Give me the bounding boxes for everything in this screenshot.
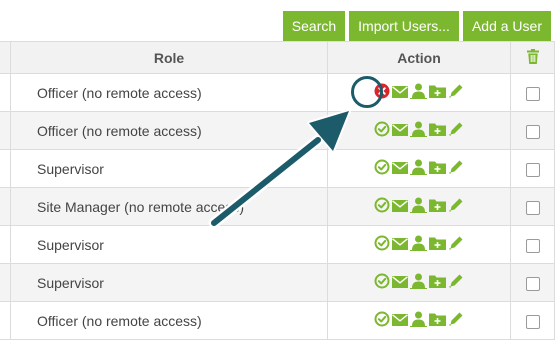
header-action: Action xyxy=(327,41,511,74)
pencil-icon[interactable] xyxy=(448,121,464,140)
pencil-icon[interactable] xyxy=(448,273,464,292)
add-user-button[interactable]: Add a User xyxy=(462,11,551,41)
select-cell xyxy=(510,225,555,264)
action-cell xyxy=(327,73,511,112)
envelope-icon[interactable] xyxy=(392,275,408,291)
folder-plus-icon[interactable] xyxy=(429,84,446,101)
check-circle-icon[interactable] xyxy=(374,273,390,292)
pencil-icon[interactable] xyxy=(448,197,464,216)
select-cell xyxy=(510,149,555,188)
pencil-icon[interactable] xyxy=(448,235,464,254)
action-cell xyxy=(327,301,511,340)
envelope-icon[interactable] xyxy=(392,313,408,329)
table-header-row: Role Action xyxy=(0,41,555,74)
folder-plus-icon[interactable] xyxy=(429,122,446,139)
users-table: Role Action Officer (no remote access) Of… xyxy=(0,41,555,340)
role-cell: Officer (no remote access) xyxy=(10,301,328,340)
envelope-icon[interactable] xyxy=(392,199,408,215)
table-row: Officer (no remote access) xyxy=(0,111,555,150)
envelope-icon[interactable] xyxy=(392,237,408,253)
pencil-icon[interactable] xyxy=(448,311,464,330)
table-row: Supervisor xyxy=(0,225,555,264)
user-icon[interactable] xyxy=(410,83,427,102)
folder-plus-icon[interactable] xyxy=(429,274,446,291)
action-cell xyxy=(327,187,511,226)
folder-plus-icon[interactable] xyxy=(429,160,446,177)
folder-plus-icon[interactable] xyxy=(429,236,446,253)
user-icon[interactable] xyxy=(410,121,427,140)
folder-plus-icon[interactable] xyxy=(429,312,446,329)
user-icon[interactable] xyxy=(410,197,427,216)
user-icon[interactable] xyxy=(410,273,427,292)
check-circle-icon[interactable] xyxy=(374,197,390,216)
row-checkbox[interactable] xyxy=(525,86,540,101)
row-left-cell xyxy=(0,301,11,340)
role-cell: Supervisor xyxy=(10,225,328,264)
row-left-cell xyxy=(0,225,11,264)
role-cell: Supervisor xyxy=(10,263,328,302)
row-left-cell xyxy=(0,187,11,226)
user-icon[interactable] xyxy=(410,159,427,178)
role-cell: Officer (no remote access) xyxy=(10,111,328,150)
check-circle-icon[interactable] xyxy=(374,121,390,140)
select-cell xyxy=(510,111,555,150)
row-left-cell xyxy=(0,263,11,302)
pencil-icon[interactable] xyxy=(448,83,464,102)
role-cell: Supervisor xyxy=(10,149,328,188)
search-button[interactable]: Search xyxy=(282,11,346,41)
import-users-button[interactable]: Import Users... xyxy=(349,11,459,41)
header-cell-left xyxy=(0,41,11,74)
row-left-cell xyxy=(0,149,11,188)
user-icon[interactable] xyxy=(410,235,427,254)
check-circle-icon[interactable] xyxy=(374,311,390,330)
select-cell xyxy=(510,187,555,226)
check-circle-icon[interactable] xyxy=(374,159,390,178)
x-circle-icon[interactable] xyxy=(374,83,390,102)
pencil-icon[interactable] xyxy=(448,159,464,178)
toolbar: Search Import Users... Add a User xyxy=(282,11,551,41)
role-cell: Officer (no remote access) xyxy=(10,73,328,112)
check-circle-icon[interactable] xyxy=(374,235,390,254)
row-checkbox[interactable] xyxy=(525,276,540,291)
role-cell: Site Manager (no remote access) xyxy=(10,187,328,226)
folder-plus-icon[interactable] xyxy=(429,198,446,215)
envelope-icon[interactable] xyxy=(392,85,408,101)
table-row: Supervisor xyxy=(0,149,555,188)
select-cell xyxy=(510,301,555,340)
table-row: Officer (no remote access) xyxy=(0,73,555,112)
action-cell xyxy=(327,111,511,150)
row-left-cell xyxy=(0,73,11,112)
row-checkbox[interactable] xyxy=(525,162,540,177)
row-checkbox[interactable] xyxy=(525,200,540,215)
envelope-icon[interactable] xyxy=(392,123,408,139)
header-delete[interactable] xyxy=(510,41,555,74)
trash-icon[interactable] xyxy=(526,48,539,67)
row-left-cell xyxy=(0,111,11,150)
envelope-icon[interactable] xyxy=(392,161,408,177)
select-cell xyxy=(510,73,555,112)
action-cell xyxy=(327,149,511,188)
user-icon[interactable] xyxy=(410,311,427,330)
row-checkbox[interactable] xyxy=(525,238,540,253)
row-checkbox[interactable] xyxy=(525,124,540,139)
action-cell xyxy=(327,263,511,302)
table-row: Officer (no remote access) xyxy=(0,301,555,340)
action-cell xyxy=(327,225,511,264)
header-role[interactable]: Role xyxy=(10,41,328,74)
table-row: Supervisor xyxy=(0,263,555,302)
select-cell xyxy=(510,263,555,302)
table-row: Site Manager (no remote access) xyxy=(0,187,555,226)
